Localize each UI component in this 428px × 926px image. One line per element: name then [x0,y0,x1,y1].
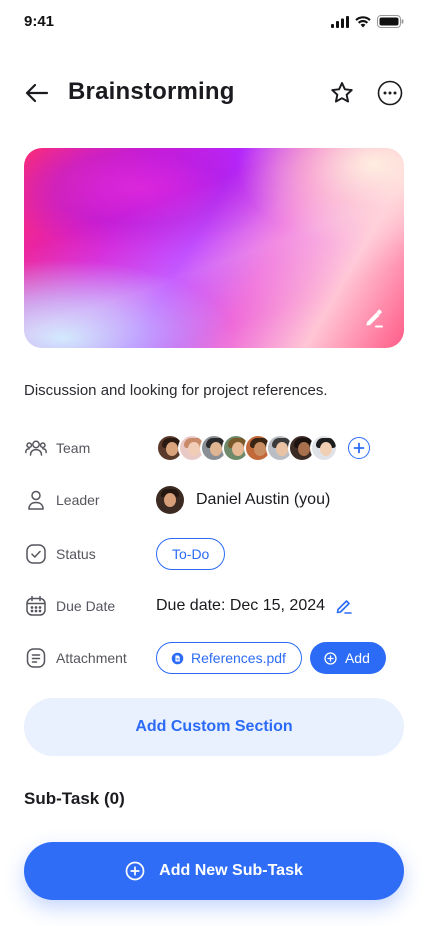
attachment-row: Attachment References.pdf Add [24,642,404,674]
add-attachment-label: Add [344,650,370,666]
more-icon [377,80,403,106]
status-label: Status [56,546,96,562]
team-icon [24,436,48,460]
status-check-icon [24,542,48,566]
battery-icon [377,15,404,33]
calendar-icon [24,594,48,618]
add-member-button[interactable] [348,437,370,459]
team-label: Team [56,440,91,456]
attachment-file-pill[interactable]: References.pdf [156,642,302,674]
team-row: Team [24,432,404,464]
attachment-value: References.pdf Add [156,642,386,674]
status-time: 9:41 [24,13,55,30]
status-row: Status To-Do [24,538,404,570]
status-bar: 9:41 [0,0,428,44]
status-icons [331,15,404,33]
edit-cover-button[interactable] [362,306,386,330]
due-date-label: Due Date [56,598,116,614]
avatar[interactable] [310,434,338,462]
attachment-icon [24,646,48,670]
status-value: To-Do [156,538,226,570]
edit-pencil-icon [336,600,352,614]
page-title: Brainstorming [68,78,235,105]
leader-row: Leader Daniel Austin (you) [24,484,404,516]
favorite-button[interactable] [328,79,356,107]
task-description: Discussion and looking for project refer… [24,382,328,399]
edit-due-date-button[interactable] [335,597,353,615]
team-members [156,434,370,462]
edit-pencil-icon [366,309,383,328]
due-date-text: Due date: Dec 15, 2024 [156,597,326,614]
add-attachment-button[interactable]: Add [309,642,386,674]
due-date-value: Due date: Dec 15, 2024 [156,597,353,615]
signal-icon [331,15,349,33]
add-circle-icon [324,651,337,665]
team-avatars [156,434,338,462]
due-date-row: Due Date Due date: Dec 15, 2024 [24,590,404,622]
attachment-file-name: References.pdf [191,650,286,666]
cover-image [24,148,404,348]
back-arrow-icon [25,83,49,103]
wifi-icon [355,15,371,33]
plus-icon [353,442,365,454]
add-circle-icon [125,861,145,881]
add-new-subtask-label: Add New Sub-Task [159,862,303,879]
star-icon [331,82,353,103]
leader-name: Daniel Austin (you) [196,491,331,508]
more-options-button[interactable] [376,79,404,107]
document-icon [171,652,184,664]
back-button[interactable] [24,80,50,106]
leader-value: Daniel Austin (you) [156,486,330,514]
leader-icon [24,488,48,512]
status-pill[interactable]: To-Do [156,538,226,570]
header: Brainstorming [0,70,428,116]
leader-label: Leader [56,492,100,508]
add-custom-section-button[interactable]: Add Custom Section [24,698,404,756]
add-new-subtask-button[interactable]: Add New Sub-Task [24,842,404,900]
attachment-label: Attachment [56,650,127,666]
subtask-title: Sub-Task (0) [24,789,125,808]
leader-avatar[interactable] [156,486,184,514]
